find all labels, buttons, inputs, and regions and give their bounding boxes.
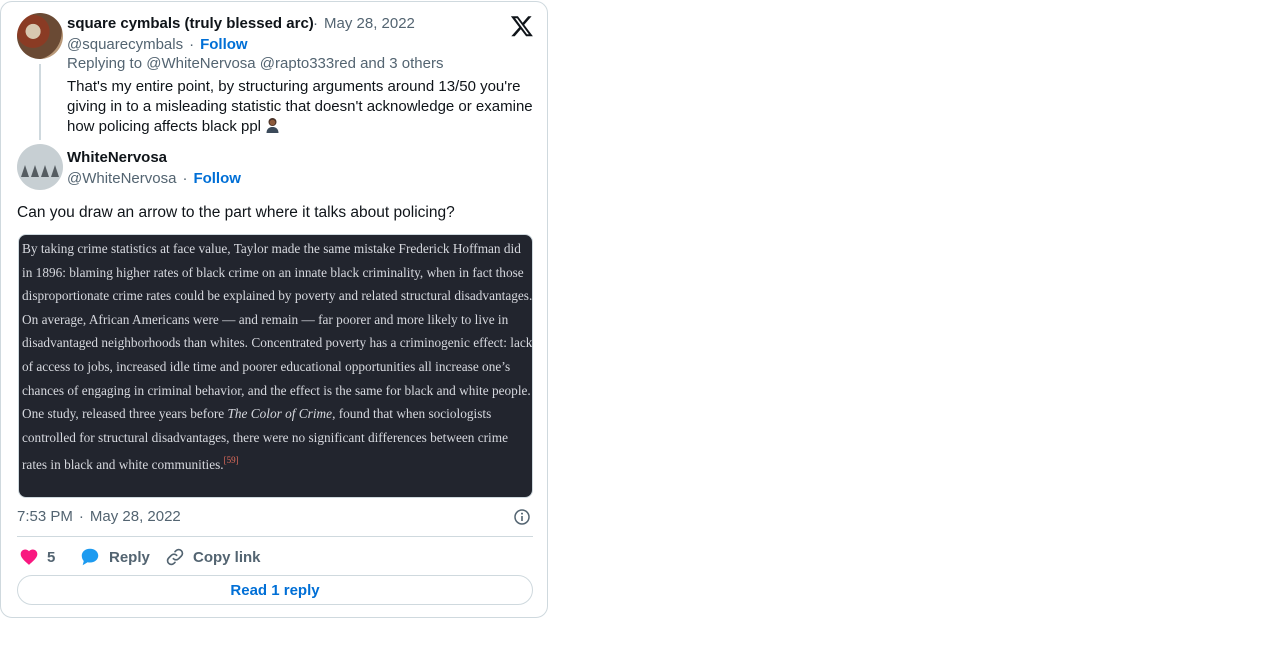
author-handle[interactable]: @squarecymbals · Follow — [67, 35, 248, 55]
follow-button[interactable]: Follow — [193, 170, 241, 187]
image-excerpt-text: By taking crime statistics at face value… — [22, 241, 533, 473]
read-replies-button[interactable]: Read 1 reply — [17, 575, 533, 605]
replying-to-text: Replying to @WhiteNervosa @rapto333red a… — [67, 55, 444, 72]
tweet-image[interactable]: By taking crime statistics at face value… — [18, 234, 533, 498]
like-count: 5 — [47, 548, 56, 566]
x-logo-icon[interactable] — [510, 14, 534, 38]
avatar[interactable] — [17, 13, 63, 59]
divider — [17, 536, 533, 537]
author-name[interactable]: WhiteNervosa — [67, 148, 167, 168]
tweet-timestamp[interactable]: 7:53 PM · May 28, 2022 — [17, 507, 181, 527]
info-icon[interactable] — [513, 508, 531, 526]
reply-bubble-icon — [81, 548, 99, 566]
tweet-text: Can you draw an arrow to the part where … — [17, 204, 455, 221]
thread-connector-line — [39, 64, 41, 140]
like-button[interactable]: 5 — [19, 545, 55, 569]
author-name[interactable]: square cymbals (truly blessed arc) — [67, 14, 314, 34]
tweet-embed-card: square cymbals (truly blessed arc) · May … — [0, 1, 548, 618]
tweet-date[interactable]: · May 28, 2022 — [307, 14, 415, 34]
person-shrugging-emoji-icon — [266, 118, 279, 133]
link-icon — [166, 548, 184, 566]
heart-icon — [20, 549, 38, 565]
avatar[interactable] — [17, 144, 63, 190]
tweet-text: That's my entire point, by structuring a… — [67, 78, 533, 135]
reply-button[interactable]: Reply — [79, 545, 150, 569]
follow-button[interactable]: Follow — [200, 36, 248, 53]
author-handle[interactable]: @WhiteNervosa · Follow — [67, 169, 241, 189]
copy-link-button[interactable]: Copy link — [165, 545, 261, 569]
